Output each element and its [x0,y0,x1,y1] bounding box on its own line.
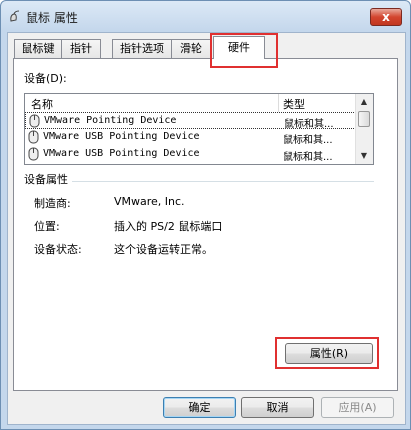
device-type: 鼠标和其... [283,152,333,163]
device-row[interactable]: VMware Pointing Device 鼠标和其... [25,112,358,130]
list-header: 名称 类型 [25,94,358,113]
status-value: 这个设备运转正常。 [114,243,213,256]
status-label: 设备状态: [34,243,82,256]
window-title: 鼠标 属性 [26,11,78,25]
device-properties-title: 设备属性 [24,171,72,187]
manufacturer-value: VMware, Inc. [114,195,185,208]
column-type[interactable]: 类型 [283,96,305,112]
apply-button[interactable]: 应用(A) [321,397,394,418]
device-name: VMware USB Pointing Device [43,131,200,142]
column-separator[interactable] [278,94,279,112]
tab-pointer-options[interactable]: 指针选项 [112,39,172,58]
highlight-box-hardware-tab [210,33,278,68]
device-row[interactable]: VMware USB Pointing Device 鼠标和其... [25,146,358,163]
column-name[interactable]: 名称 [31,96,53,112]
cancel-button[interactable]: 取消 [241,397,314,418]
devices-label: 设备(D): [24,72,67,85]
device-type: 鼠标和其... [283,135,333,146]
device-name: VMware Pointing Device [44,115,177,126]
device-row[interactable]: VMware USB Pointing Device 鼠标和其... [25,129,358,146]
ok-button[interactable]: 确定 [163,397,236,418]
vertical-scrollbar[interactable]: ▲ ▼ [355,94,373,164]
mouse-device-icon [28,147,39,161]
close-button[interactable]: x [370,8,402,26]
highlight-box-properties-button [275,337,379,369]
tab-wheel[interactable]: 滑轮 [171,39,211,58]
location-value: 插入的 PS/2 鼠标端口 [114,220,223,233]
device-list[interactable]: 名称 类型 VMware Pointing Device 鼠标和其... VMw… [24,93,374,165]
device-type: 鼠标和其... [284,119,334,130]
mouse-device-icon [28,130,39,144]
manufacturer-label: 制造商: [34,197,71,210]
tab-pointers[interactable]: 指针 [61,39,101,58]
location-label: 位置: [34,220,60,233]
tab-buttons[interactable]: 鼠标键 [14,39,62,58]
mouse-icon [10,10,20,22]
mouse-device-icon [29,114,40,128]
device-name: VMware USB Pointing Device [43,148,200,159]
mouse-properties-window: 鼠标 属性 x 鼠标键 指针 指针选项 滑轮 硬件 设备(D): 名称 类型 V… [0,0,411,430]
scroll-thumb[interactable] [358,111,370,127]
scroll-up-icon[interactable]: ▲ [356,94,372,110]
scroll-down-icon[interactable]: ▼ [356,148,372,164]
title-bar[interactable]: 鼠标 属性 x [1,1,410,31]
